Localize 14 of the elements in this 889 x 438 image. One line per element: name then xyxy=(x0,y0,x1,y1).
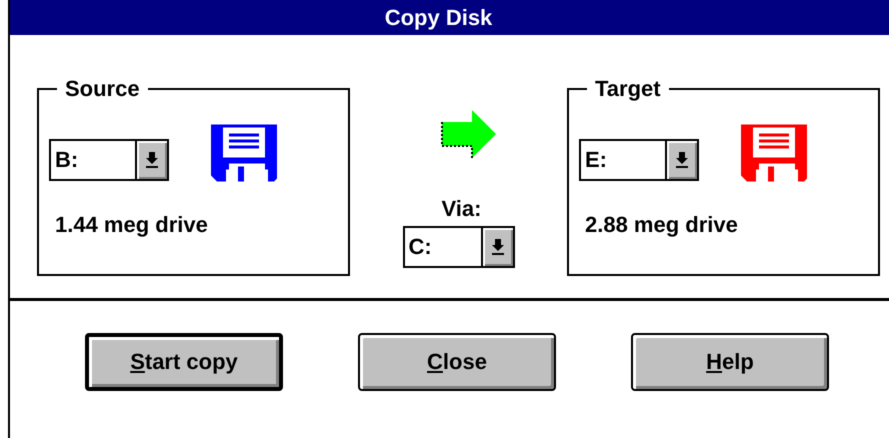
dialog-button[interactable]: Close xyxy=(358,333,556,391)
dialog-button[interactable]: Help xyxy=(631,333,829,391)
window-title: Copy Disk xyxy=(384,4,492,30)
dropdown[interactable]: E: xyxy=(579,139,699,181)
dropdown[interactable]: B: xyxy=(49,139,169,181)
via-label: Via: xyxy=(442,196,482,222)
down-arrow-icon xyxy=(492,239,504,255)
drive-description: 1.44 meg drive xyxy=(55,212,209,238)
dropdown[interactable]: C: xyxy=(402,226,514,268)
arrow-icon xyxy=(440,110,498,158)
down-arrow-icon xyxy=(676,152,688,168)
drive-description: 2.88 meg drive xyxy=(585,212,739,238)
dialog-button[interactable]: Start copy xyxy=(85,333,283,391)
down-arrow-icon xyxy=(146,152,158,168)
